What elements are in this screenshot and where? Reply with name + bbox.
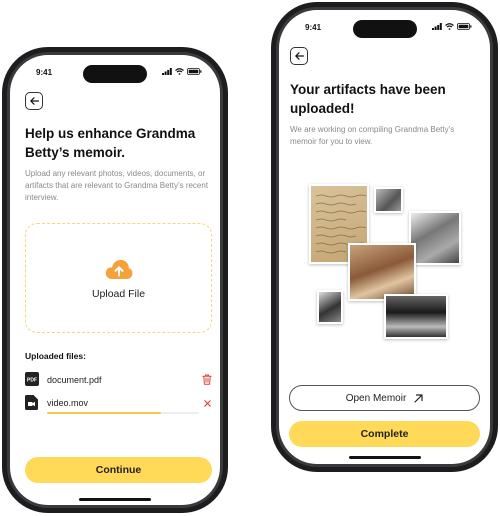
status-icons — [432, 23, 472, 30]
file-row: video.mov — [25, 395, 212, 417]
right-phone: 9:41 Your artifacts have been uploaded! … — [271, 2, 498, 472]
left-phone: 9:41 Help us enhance Grandma Betty’s mem… — [2, 47, 228, 513]
file-row: PDF document.pdf — [25, 372, 212, 394]
dynamic-island — [352, 20, 417, 38]
open-memoir-button[interactable]: Open Memoir — [289, 385, 480, 411]
svg-text:PDF: PDF — [27, 378, 37, 384]
uploaded-files-heading: Uploaded files: — [25, 351, 86, 361]
status-time: 9:41 — [305, 23, 322, 32]
close-icon[interactable] — [204, 400, 211, 407]
upload-label: Upload File — [91, 288, 146, 300]
open-memoir-label: Open Memoir — [345, 392, 407, 404]
video-file-icon — [25, 395, 38, 410]
file-name: document.pdf — [47, 375, 102, 385]
home-indicator — [79, 498, 151, 501]
page-subtitle: Upload any relevant photos, videos, docu… — [25, 169, 209, 202]
pdf-icon: PDF — [25, 372, 39, 386]
status-bar: 9:41 — [279, 20, 490, 38]
back-button[interactable] — [25, 92, 43, 110]
back-button[interactable] — [290, 47, 308, 65]
dynamic-island — [83, 65, 147, 83]
complete-button[interactable]: Complete — [289, 421, 480, 447]
wifi-icon — [175, 68, 184, 75]
page-title: Help us enhance Grandma Betty’s memoir. — [25, 126, 196, 160]
arrow-left-icon — [29, 97, 39, 105]
group-photo-image — [384, 294, 448, 339]
portrait-photo-image — [317, 290, 343, 324]
upload-progress-fill — [47, 412, 161, 414]
phone-bezel: 9:41 Your artifacts have been uploaded! … — [276, 7, 493, 467]
home-indicator — [348, 456, 421, 459]
arrow-left-icon — [294, 52, 304, 60]
battery-icon — [187, 68, 202, 75]
phone-bezel: 9:41 Help us enhance Grandma Betty’s mem… — [7, 52, 223, 508]
family-photo-image — [374, 187, 403, 213]
file-name: video.mov — [47, 398, 89, 408]
status-bar: 9:41 — [10, 65, 220, 83]
status-time: 9:41 — [36, 68, 53, 77]
upload-dropzone[interactable]: Upload File — [25, 223, 212, 333]
garden-photo-image — [409, 211, 461, 265]
upload-progress-bar — [47, 412, 199, 414]
upload-success-screen: 9:41 Your artifacts have been uploaded! … — [279, 10, 490, 464]
cloud-upload-icon — [105, 259, 132, 279]
family-gathering-photo-image — [348, 243, 416, 301]
signal-icon — [432, 23, 442, 30]
trash-icon[interactable] — [202, 374, 212, 385]
continue-button[interactable]: Continue — [25, 457, 212, 483]
wifi-icon — [445, 23, 454, 30]
page-title: Your artifacts have been uploaded! — [290, 82, 446, 116]
upload-screen: 9:41 Help us enhance Grandma Betty’s mem… — [10, 55, 220, 505]
battery-icon — [457, 23, 472, 30]
page-subtitle: We are working on compiling Grandma Bett… — [290, 125, 455, 146]
arrow-up-right-icon — [414, 393, 423, 403]
signal-icon — [162, 68, 172, 75]
status-icons — [162, 68, 202, 75]
